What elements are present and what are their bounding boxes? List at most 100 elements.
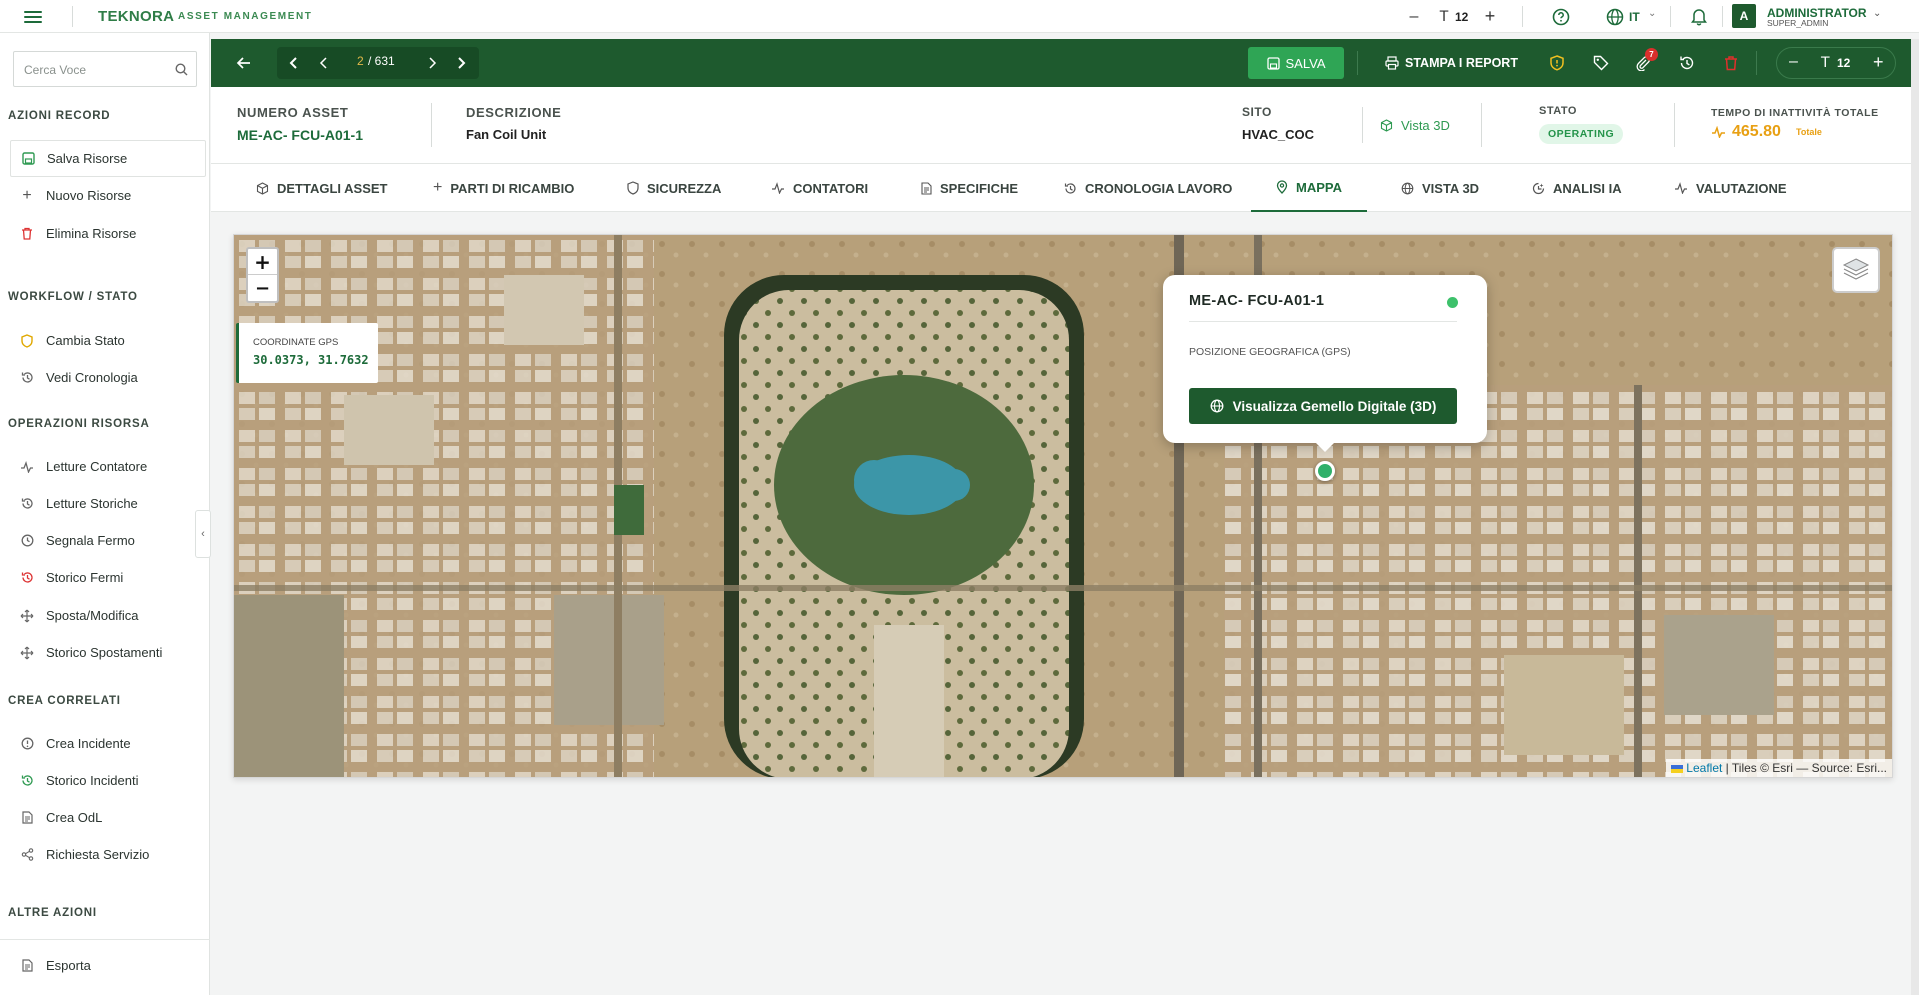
tab-vista-3d[interactable]: VISTA 3D: [1401, 164, 1479, 212]
tab-label: VISTA 3D: [1422, 180, 1480, 196]
tab-mappa[interactable]: MAPPA: [1251, 164, 1367, 212]
gps-label: COORDINATE GPS: [253, 337, 339, 348]
font-size-value: 12: [1455, 10, 1469, 24]
sidebar-item-label: Richiesta Servizio: [46, 847, 150, 862]
first-record-icon[interactable]: [287, 56, 301, 70]
page-current[interactable]: 2: [357, 54, 364, 68]
sidebar-item-richiesta-servizio[interactable]: Richiesta Servizio: [10, 836, 206, 873]
view-digital-twin-button[interactable]: Visualizza Gemello Digitale (3D): [1189, 388, 1457, 424]
asset-number: ME-AC- FCU-A01-1: [237, 127, 363, 143]
language-selector[interactable]: IT: [1629, 10, 1640, 24]
sidebar-item-storico-incidenti[interactable]: Storico Incidenti: [10, 762, 206, 799]
search-icon[interactable]: [175, 63, 188, 76]
delete-icon[interactable]: [1724, 55, 1738, 71]
previous-record-icon[interactable]: [317, 56, 331, 70]
print-reports-button[interactable]: STAMPA I REPORT: [1405, 56, 1518, 70]
clock-icon: [14, 534, 40, 547]
search-input[interactable]: Cerca Voce: [24, 63, 86, 77]
sidebar-item-segnala-fermo[interactable]: Segnala Fermo: [10, 522, 206, 559]
tab-valutazione[interactable]: VALUTAZIONE: [1674, 164, 1787, 212]
history-icon[interactable]: [1679, 55, 1695, 71]
alert-icon: [14, 737, 40, 750]
sidebar-item-label: Sposta/Modifica: [46, 608, 139, 623]
help-icon[interactable]: [1551, 7, 1571, 27]
description-label: DESCRIZIONE: [466, 105, 562, 120]
sidebar-item-vedi-cronologia[interactable]: Vedi Cronologia: [10, 359, 206, 396]
back-arrow-icon[interactable]: [236, 55, 252, 71]
sidebar-item-label: Storico Fermi: [46, 570, 124, 585]
sidebar-collapse-handle[interactable]: ‹: [195, 510, 211, 558]
map-zoom-out-button[interactable]: −: [248, 276, 277, 301]
scrollbar[interactable]: [1911, 39, 1919, 995]
bell-icon[interactable]: [1689, 6, 1709, 26]
tab-parti-di-ricambio[interactable]: + PARTI DI RICAMBIO: [433, 164, 574, 212]
shield-icon[interactable]: [1550, 55, 1564, 71]
tab-sicurezza[interactable]: SICUREZZA: [627, 164, 721, 212]
tab-dettagli-asset[interactable]: DETTAGLI ASSET: [256, 164, 388, 212]
history-icon: [1064, 182, 1076, 194]
sidebar-item-cambia-stato[interactable]: Cambia Stato: [10, 322, 206, 359]
tab-label: VALUTAZIONE: [1696, 180, 1787, 196]
avatar[interactable]: A: [1732, 4, 1756, 28]
share-icon: [14, 848, 40, 861]
sidebar-item-crea-odl[interactable]: Crea OdL: [10, 799, 206, 836]
layers-icon[interactable]: [1832, 247, 1880, 293]
tab-label: SPECIFICHE: [940, 180, 1019, 196]
search-box[interactable]: Cerca Voce: [13, 51, 197, 87]
sidebar-item-letture-contatore[interactable]: Letture Contatore: [10, 448, 206, 485]
sidebar-item-elimina-risorse[interactable]: Elimina Risorse: [10, 215, 206, 252]
move-icon: [14, 609, 40, 623]
popup-subtitle: POSIZIONE GEOGRAFICA (GPS): [1189, 346, 1351, 358]
divider: [431, 103, 432, 147]
globe-icon[interactable]: [1605, 7, 1625, 27]
document-icon: [14, 811, 40, 824]
map-attribution: Leaflet | Tiles © Esri — Source: Esri...: [1665, 759, 1892, 777]
cube-icon: [1380, 119, 1393, 132]
map-popup: ME-AC- FCU-A01-1 POSIZIONE GEOGRAFICA (G…: [1163, 275, 1487, 452]
sidebar-item-sposta-modifica[interactable]: Sposta/Modifica: [10, 597, 206, 634]
tag-icon[interactable]: [1593, 55, 1609, 71]
view-3d-link[interactable]: Vista 3D: [1401, 118, 1450, 133]
tab-contatori[interactable]: CONTATORI: [771, 164, 868, 212]
zoom-out-icon[interactable]: –: [1789, 53, 1798, 71]
sidebar-item-crea-incidente[interactable]: Crea Incidente: [10, 725, 206, 762]
sidebar-item-letture-storiche[interactable]: Letture Storiche: [10, 485, 206, 522]
font-decrease-icon[interactable]: –: [1404, 7, 1424, 27]
sidebar-item-label: Elimina Risorse: [46, 226, 137, 241]
sidebar-item-storico-fermi[interactable]: Storico Fermi: [10, 559, 206, 596]
sidebar-item-label: Cambia Stato: [46, 333, 125, 348]
divider: [1522, 6, 1523, 27]
sidebar-item-storico-spostamenti[interactable]: Storico Spostamenti: [10, 634, 206, 671]
next-record-icon[interactable]: [425, 56, 439, 70]
sidebar-item-nuovo-risorse[interactable]: + Nuovo Risorse: [10, 177, 206, 214]
page-total: / 631: [368, 54, 395, 68]
satellite-map[interactable]: + − COORDINATE GPS 30.0373, 31.7632 ME-A…: [233, 234, 1893, 778]
save-button[interactable]: SALVA: [1248, 47, 1344, 79]
map-zoom-in-button[interactable]: +: [248, 249, 277, 275]
tab-analisi-ia[interactable]: ANALISI IA: [1532, 164, 1622, 212]
tab-label: PARTI DI RICAMBIO: [450, 180, 575, 196]
attachments-count-badge: 7: [1645, 48, 1658, 61]
sidebar-item-label: Letture Contatore: [46, 459, 148, 474]
section-title-workflow: WORKFLOW / STATO: [8, 291, 138, 303]
site-label: SITO: [1242, 105, 1272, 119]
user-menu-chevron-icon[interactable]: ⌄: [1873, 8, 1881, 19]
chevron-down-icon[interactable]: ⌄: [1648, 8, 1656, 19]
app-logo[interactable]: TEKNORA: [98, 8, 174, 25]
print-icon[interactable]: [1385, 56, 1399, 70]
menu-icon[interactable]: [24, 8, 42, 24]
sidebar-item-salva-risorse[interactable]: Salva Risorse: [10, 140, 206, 177]
document-icon: [14, 959, 40, 972]
font-increase-icon[interactable]: +: [1480, 6, 1500, 26]
sidebar-item-label: Crea Incidente: [46, 736, 131, 751]
tab-specifiche[interactable]: SPECIFICHE: [921, 164, 1018, 212]
flag-icon: [1670, 764, 1683, 773]
tab-cronologia-lavoro[interactable]: CRONOLOGIA LAVORO: [1064, 164, 1232, 212]
history-icon: [14, 371, 40, 384]
last-record-icon[interactable]: [454, 56, 468, 70]
asset-marker[interactable]: [1315, 461, 1335, 481]
sidebar-item-label: Nuovo Risorse: [46, 188, 132, 203]
leaflet-link[interactable]: Leaflet: [1686, 761, 1722, 775]
sidebar-item-esporta[interactable]: Esporta: [10, 947, 206, 984]
zoom-in-icon[interactable]: +: [1873, 52, 1884, 73]
